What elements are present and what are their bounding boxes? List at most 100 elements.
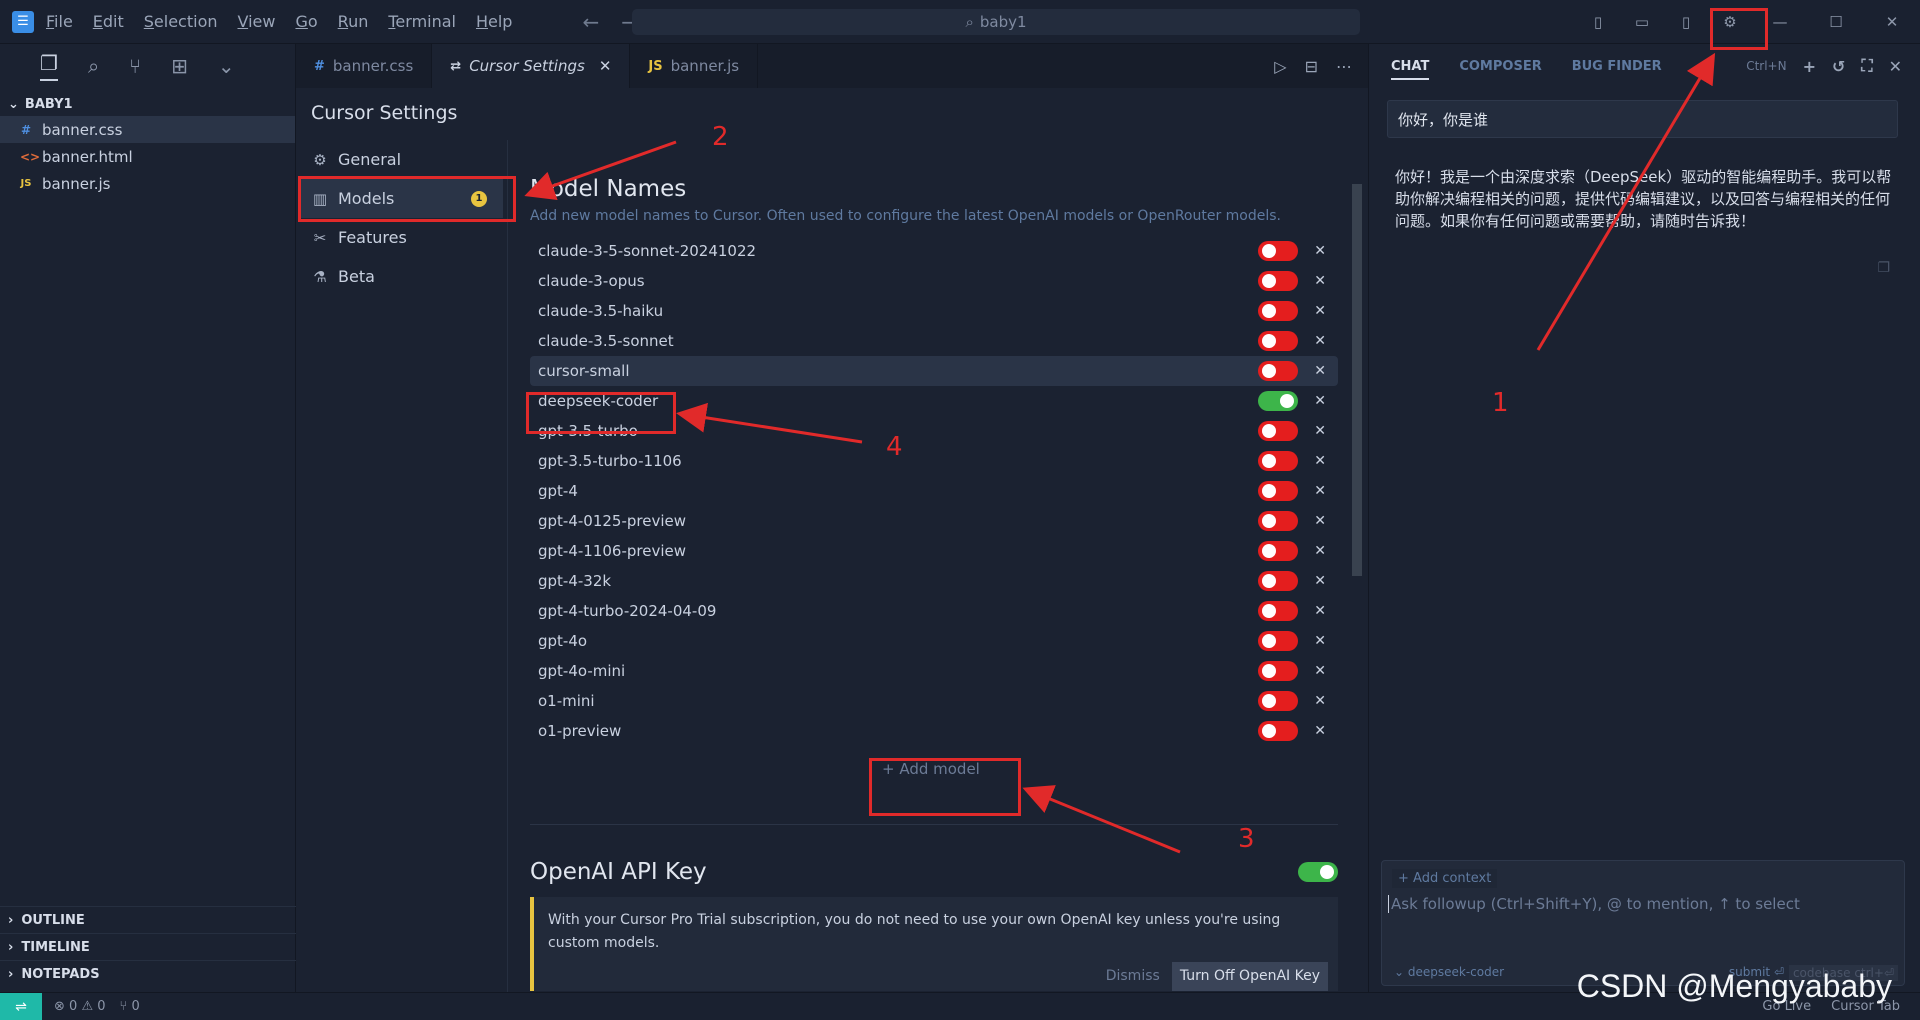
section-label: OUTLINE — [21, 912, 85, 928]
tab-bug-finder[interactable]: BUG FINDER — [1572, 59, 1662, 74]
turn-off-openai-key-button[interactable]: Turn Off OpenAI Key — [1171, 962, 1328, 991]
tab-banner-js[interactable]: JS banner.js — [630, 44, 759, 88]
search-view-icon[interactable]: ⌕ — [88, 54, 99, 78]
tab-cursor-settings[interactable]: ⇄ Cursor Settings ✕ — [432, 44, 631, 88]
settings-nav-features[interactable]: ✂ Features — [296, 218, 507, 257]
remove-model-icon[interactable]: ✕ — [1314, 273, 1326, 289]
model-names-description: Add new model names to Cursor. Often use… — [530, 208, 1282, 224]
model-toggle[interactable] — [1258, 421, 1298, 441]
model-toggle[interactable] — [1258, 331, 1298, 351]
workspace-folder[interactable]: ⌄ BABY1 — [0, 92, 295, 116]
remove-model-icon[interactable]: ✕ — [1314, 393, 1326, 409]
add-context-button[interactable]: + Add context — [1392, 869, 1498, 888]
file-banner-html[interactable]: <> banner.html — [0, 143, 295, 170]
errors-indicator[interactable]: ⊗ 0 ⚠ 0 — [54, 999, 106, 1014]
remove-model-icon[interactable]: ✕ — [1314, 603, 1326, 619]
model-list: claude-3-5-sonnet-20241022 ✕ claude-3-opus… — [530, 236, 1338, 746]
close-tab-icon[interactable]: ✕ — [599, 57, 612, 75]
dismiss-button[interactable]: Dismiss — [1106, 965, 1160, 988]
files-icon[interactable]: ❐ — [40, 51, 58, 81]
toggle-secondary-sidebar-icon[interactable]: ▯ — [1664, 0, 1708, 44]
menu-go[interactable]: Go — [295, 12, 317, 31]
menu-edit[interactable]: Edit — [93, 12, 124, 31]
menu-selection[interactable]: Selection — [144, 12, 218, 31]
remove-model-icon[interactable]: ✕ — [1314, 693, 1326, 709]
tab-label: banner.css — [332, 57, 414, 75]
new-chat-plus-icon[interactable]: + — [1803, 57, 1816, 76]
model-toggle[interactable] — [1258, 541, 1298, 561]
model-selector[interactable]: ⌄ deepseek-coder — [1394, 965, 1504, 979]
close-window-icon[interactable]: ✕ — [1864, 0, 1920, 44]
tab-banner-css[interactable]: # banner.css — [296, 44, 433, 88]
back-arrow-icon[interactable]: ← — [582, 10, 599, 34]
source-control-icon[interactable]: ⑂ — [129, 54, 141, 78]
model-toggle[interactable] — [1258, 301, 1298, 321]
model-toggle[interactable] — [1258, 451, 1298, 471]
settings-nav-beta[interactable]: ⚗ Beta — [296, 257, 507, 296]
remote-indicator-icon[interactable]: ⇌ — [0, 992, 42, 1020]
model-toggle[interactable] — [1258, 571, 1298, 591]
close-panel-icon[interactable]: ✕ — [1889, 57, 1902, 76]
file-banner-js[interactable]: JS banner.js — [0, 170, 295, 197]
remove-model-icon[interactable]: ✕ — [1314, 543, 1326, 559]
model-toggle[interactable] — [1258, 601, 1298, 621]
model-toggle[interactable] — [1258, 691, 1298, 711]
nav-label: Beta — [338, 267, 375, 286]
remove-model-icon[interactable]: ✕ — [1314, 633, 1326, 649]
menu-terminal[interactable]: Terminal — [388, 12, 456, 31]
remove-model-icon[interactable]: ✕ — [1314, 303, 1326, 319]
openai-key-toggle[interactable] — [1298, 862, 1338, 882]
model-toggle[interactable] — [1258, 271, 1298, 291]
settings-nav-general[interactable]: ⚙ General — [296, 140, 507, 179]
tools-icon: ✂ — [313, 228, 327, 247]
model-toggle[interactable] — [1258, 481, 1298, 501]
model-toggle[interactable] — [1258, 511, 1298, 531]
outline-section[interactable]: › OUTLINE — [0, 906, 296, 933]
model-name: gpt-4-0125-preview — [538, 512, 687, 530]
model-toggle[interactable] — [1258, 241, 1298, 261]
model-name: o1-preview — [538, 722, 622, 740]
remove-model-icon[interactable]: ✕ — [1314, 663, 1326, 679]
menu-view[interactable]: View — [238, 12, 276, 31]
copy-icon[interactable]: ❐ — [1877, 260, 1890, 276]
remove-model-icon[interactable]: ✕ — [1314, 423, 1326, 439]
maximize-icon[interactable]: ☐ — [1808, 0, 1864, 44]
remove-model-icon[interactable]: ✕ — [1314, 453, 1326, 469]
toggle-sidebar-icon[interactable]: ▯ — [1576, 0, 1620, 44]
file-banner-css[interactable]: # banner.css — [0, 116, 295, 143]
model-toggle[interactable] — [1258, 631, 1298, 651]
remove-model-icon[interactable]: ✕ — [1314, 363, 1326, 379]
extensions-icon[interactable]: ⊞ — [171, 54, 188, 78]
menu-help[interactable]: Help — [476, 12, 512, 31]
remove-model-icon[interactable]: ✕ — [1314, 573, 1326, 589]
chat-input-placeholder[interactable]: Ask followup (Ctrl+Shift+Y), @ to mentio… — [1388, 895, 1800, 913]
model-toggle[interactable] — [1258, 361, 1298, 381]
timeline-section[interactable]: › TIMELINE — [0, 933, 296, 960]
remove-model-icon[interactable]: ✕ — [1314, 513, 1326, 529]
more-actions-icon[interactable]: ⋯ — [1336, 57, 1352, 76]
tab-label: Cursor Settings — [469, 57, 585, 75]
explorer-panel: ❐ ⌕ ⑂ ⊞ ⌄ ⌄ BABY1 # banner.css <> banner… — [0, 44, 296, 992]
notepads-section[interactable]: › NOTEPADS — [0, 960, 296, 987]
remove-model-icon[interactable]: ✕ — [1314, 243, 1326, 259]
settings-scrollbar[interactable] — [1352, 184, 1362, 576]
split-editor-icon[interactable]: ⊟ — [1305, 57, 1318, 76]
history-icon[interactable]: ↺ — [1832, 57, 1845, 76]
toggle-panel-icon[interactable]: ▭ — [1620, 0, 1664, 44]
menu-run[interactable]: Run — [338, 12, 369, 31]
remove-model-icon[interactable]: ✕ — [1314, 723, 1326, 739]
tab-chat[interactable]: CHAT — [1391, 59, 1430, 80]
remove-model-icon[interactable]: ✕ — [1314, 333, 1326, 349]
maximize-panel-icon[interactable]: ⛶ — [1861, 56, 1872, 76]
model-toggle[interactable] — [1258, 391, 1298, 411]
tab-composer[interactable]: COMPOSER — [1459, 59, 1541, 74]
model-toggle[interactable] — [1258, 721, 1298, 741]
command-center-search[interactable]: ⌕ baby1 — [632, 9, 1360, 35]
remove-model-icon[interactable]: ✕ — [1314, 483, 1326, 499]
annotation-number-4: 4 — [886, 432, 903, 462]
ports-indicator[interactable]: ⑂ 0 — [120, 999, 140, 1014]
run-icon[interactable]: ▷ — [1274, 57, 1286, 76]
model-toggle[interactable] — [1258, 661, 1298, 681]
more-views-chevron-icon[interactable]: ⌄ — [218, 54, 235, 78]
menu-file[interactable]: File — [46, 12, 73, 31]
